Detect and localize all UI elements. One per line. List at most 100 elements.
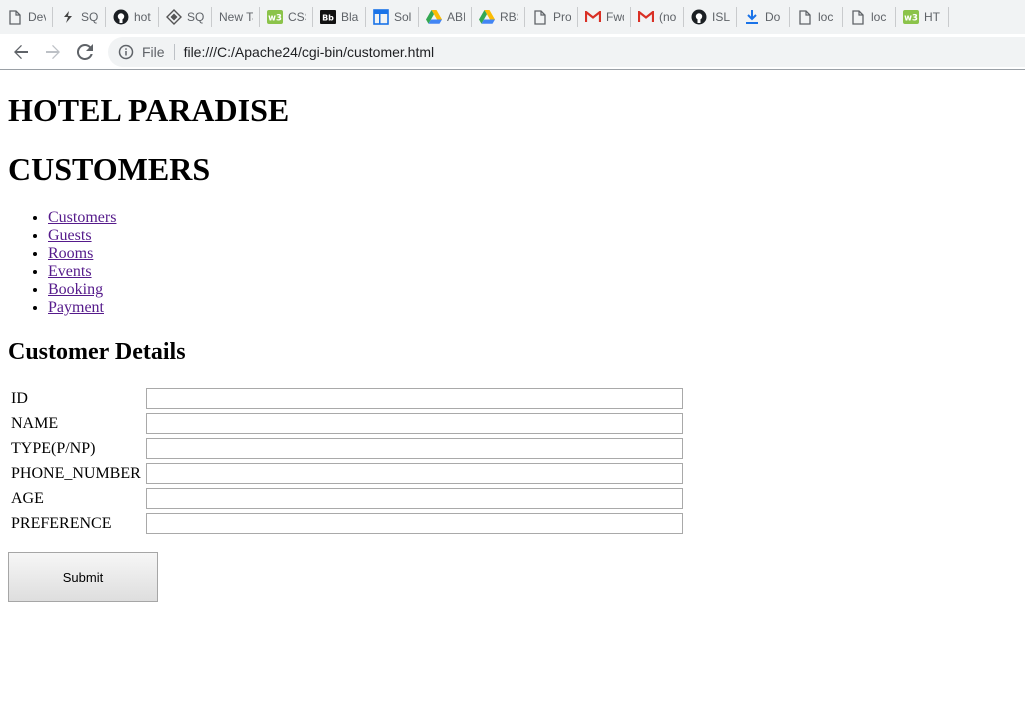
bookmark-item[interactable]: RBS <box>472 7 525 27</box>
bookmark-item[interactable]: Dev <box>0 7 53 27</box>
page-title: HOTEL PARADISE <box>8 92 290 128</box>
sql-icon <box>60 9 76 25</box>
field-label-phone: PHONE_NUMBER <box>11 464 141 482</box>
back-button[interactable] <box>10 41 32 63</box>
bookmark-item[interactable]: loc <box>843 7 896 27</box>
nav-item-customers: Customers <box>48 209 116 227</box>
forward-button[interactable] <box>42 41 64 63</box>
form-row-preference: PREFERENCE <box>10 512 684 535</box>
nav-link-booking[interactable]: Booking <box>48 281 103 298</box>
age-field[interactable] <box>145 488 683 509</box>
form-row-id: ID <box>10 387 684 410</box>
bookmark-label: Pro <box>553 10 571 24</box>
form-row-age: AGE <box>10 487 684 510</box>
w3-icon: w3 <box>903 9 919 25</box>
name-field[interactable] <box>145 413 683 434</box>
bookmark-item[interactable]: SQL <box>53 7 106 27</box>
bookmark-item[interactable]: New Tab <box>212 7 260 27</box>
form-row-name: NAME <box>10 412 684 435</box>
info-icon[interactable] <box>118 44 134 60</box>
github-icon <box>691 9 707 25</box>
bookmark-label: RBS <box>500 10 518 24</box>
bookmark-item[interactable]: SQL <box>159 7 212 27</box>
page-icon <box>797 9 813 25</box>
bookmark-label: Fwd <box>606 10 624 24</box>
bookmark-label: New Tab <box>219 10 253 24</box>
bookmark-item[interactable]: ISL <box>684 7 737 27</box>
nav-item-guests: Guests <box>48 227 116 245</box>
bookmark-label: CSS <box>288 10 306 24</box>
field-label-age: AGE <box>11 489 44 507</box>
drive-icon <box>426 9 442 25</box>
page-icon <box>7 9 23 25</box>
svg-text:Bb: Bb <box>322 14 334 23</box>
diamond-icon <box>166 9 182 25</box>
nav-item-booking: Booking <box>48 281 116 299</box>
form-row-type: TYPE(P/NP) <box>10 437 684 460</box>
layout-icon <box>373 9 389 25</box>
reload-button[interactable] <box>74 41 96 63</box>
address-bar[interactable]: File file:///C:/Apache24/cgi-bin/custome… <box>108 37 1025 67</box>
submit-button[interactable]: Submit <box>8 552 158 602</box>
bookmark-item[interactable]: Sol <box>366 7 419 27</box>
bookmark-item[interactable]: w3 CSS <box>260 7 313 27</box>
form-title: Customer Details <box>8 339 186 365</box>
bookmark-label: hot <box>134 10 151 24</box>
bookmark-item[interactable]: Pro <box>525 7 578 27</box>
browser-toolbar: File file:///C:/Apache24/cgi-bin/custome… <box>0 34 1025 70</box>
nav-link-rooms[interactable]: Rooms <box>48 245 93 262</box>
svg-text:w3: w3 <box>904 14 918 24</box>
phone-number-field[interactable] <box>145 463 683 484</box>
type-field[interactable] <box>145 438 683 459</box>
bookmark-item[interactable]: loc <box>790 7 843 27</box>
bookmark-label: (no <box>659 10 677 24</box>
bookmark-item[interactable]: ABI <box>419 7 472 27</box>
gmail-icon <box>638 9 654 25</box>
bookmark-label: Do <box>765 10 781 24</box>
bb-icon: Bb <box>320 9 336 25</box>
bookmark-item[interactable]: w3 HT <box>896 7 949 27</box>
customer-form: ID NAME TYPE(P/NP) PHONE_NUMBER AGE PREF… <box>8 385 686 537</box>
reload-icon <box>77 44 93 60</box>
bookmark-label: Bla <box>341 10 359 24</box>
bookmark-label: ISL <box>712 10 730 24</box>
bookmark-label: loc <box>871 10 887 24</box>
page-icon <box>850 9 866 25</box>
bookmark-label: Dev <box>28 10 46 24</box>
address-divider <box>173 44 175 60</box>
bookmark-item[interactable]: (no <box>631 7 684 27</box>
id-field[interactable] <box>145 388 683 409</box>
forward-arrow-icon <box>46 45 60 59</box>
field-label-type: TYPE(P/NP) <box>11 439 96 457</box>
url-text[interactable]: file:///C:/Apache24/cgi-bin/customer.htm… <box>184 44 435 60</box>
nav-link-guests[interactable]: Guests <box>48 227 92 244</box>
nav-link-payment[interactable]: Payment <box>48 299 104 316</box>
section-title: CUSTOMERS <box>8 151 211 187</box>
bookmark-label: SQL <box>81 10 99 24</box>
gmail-icon <box>585 9 601 25</box>
field-label-id: ID <box>11 389 28 407</box>
nav-link-events[interactable]: Events <box>48 263 92 280</box>
nav-item-events: Events <box>48 263 116 281</box>
back-arrow-icon <box>14 45 28 59</box>
bookmarks-bar: Dev SQL hot SQL New Tab w3 CSS Bb Bla Sol ABI RBS Pr… <box>0 0 1025 34</box>
bookmark-item[interactable]: hot <box>106 7 159 27</box>
page-icon <box>532 9 548 25</box>
bookmark-item[interactable]: Do <box>737 7 790 27</box>
nav-item-payment: Payment <box>48 299 116 317</box>
nav-link-customers[interactable]: Customers <box>48 209 116 226</box>
bookmark-item[interactable]: Fwd <box>578 7 631 27</box>
nav-list: Customers Guests Rooms Events Booking Pa… <box>8 209 116 317</box>
download-icon <box>744 9 760 25</box>
svg-text:w3: w3 <box>268 14 282 24</box>
field-label-preference: PREFERENCE <box>11 514 112 532</box>
bookmark-label: Sol <box>394 10 412 24</box>
w3-icon: w3 <box>267 9 283 25</box>
bookmark-label: ABI <box>447 10 465 24</box>
bookmark-label: HT <box>924 10 940 24</box>
bookmark-label: loc <box>818 10 834 24</box>
bookmark-item[interactable]: Bb Bla <box>313 7 366 27</box>
bookmark-label: SQL <box>187 10 205 24</box>
field-label-name: NAME <box>11 414 59 432</box>
preference-field[interactable] <box>145 513 683 534</box>
